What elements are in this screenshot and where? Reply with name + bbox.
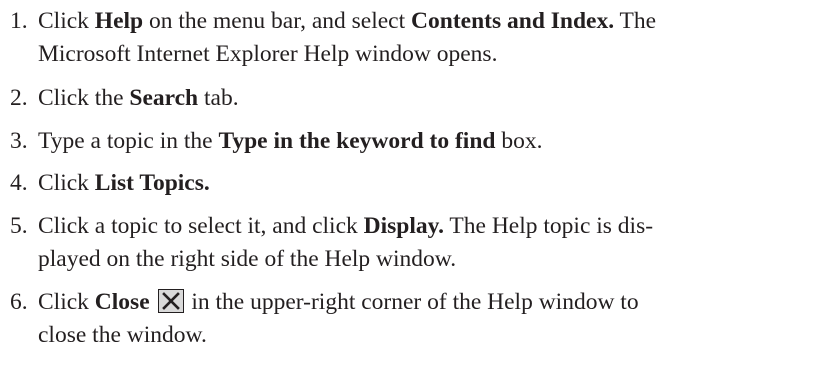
step-text: Click Close in the upper-right corner of…	[38, 289, 639, 315]
instruction-steps: 1. Click Help on the menu bar, and selec…	[0, 0, 821, 373]
step-text: Type a topic in the Type in the keyword …	[38, 128, 543, 154]
step-text-continued: close the window.	[38, 322, 207, 348]
step-number: 5.	[10, 213, 28, 239]
display-button-label: Display.	[363, 213, 444, 239]
step-number: 1.	[10, 8, 28, 34]
step-number: 6.	[10, 289, 28, 315]
step-text-continued: played on the right side of the Help win…	[38, 246, 457, 272]
step-text: Click the Search tab.	[38, 85, 239, 111]
close-x-glyph	[161, 292, 180, 310]
step-text-continued: Microsoft Internet Explorer Help window …	[38, 41, 498, 67]
step-text: Click Help on the menu bar, and select C…	[38, 8, 657, 34]
step-4: 4. Click List Topics.	[0, 167, 812, 200]
step-3: 3. Type a topic in the Type in the keywo…	[0, 125, 812, 158]
search-tab-label: Search	[129, 85, 199, 111]
keyword-box-label: Type in the keyword to find	[218, 128, 496, 154]
menu-help: Help	[94, 8, 144, 34]
step-text: Click List Topics.	[38, 170, 210, 196]
step-2: 2. Click the Search tab.	[0, 82, 812, 115]
list-topics-button-label: List Topics.	[94, 170, 210, 196]
step-text: Click a topic to select it, and click Di…	[38, 213, 654, 239]
step-6: 6. Click Close in the upper-right corner…	[0, 286, 812, 352]
step-number: 3.	[10, 128, 28, 154]
close-button-label: Close	[94, 289, 150, 315]
step-5: 5. Click a topic to select it, and click…	[0, 210, 812, 276]
menu-contents-and-index: Contents and Index.	[411, 8, 615, 34]
close-x-icon	[157, 289, 184, 313]
step-number: 2.	[10, 85, 28, 111]
step-number: 4.	[10, 170, 28, 196]
step-1: 1. Click Help on the menu bar, and selec…	[0, 5, 812, 71]
